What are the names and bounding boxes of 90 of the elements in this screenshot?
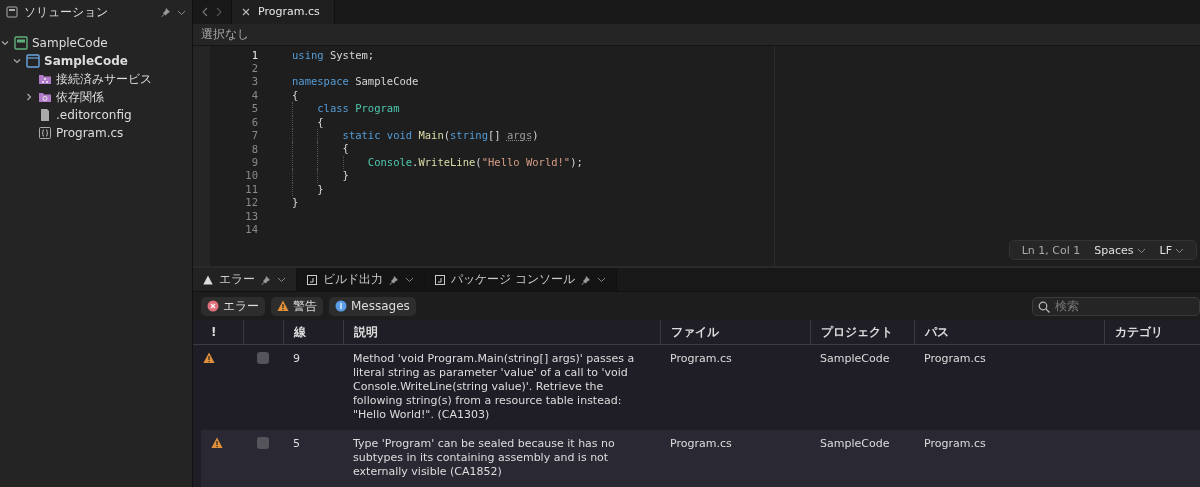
code-line: namespace SampleCode (292, 75, 419, 88)
code-line: } (317, 182, 324, 195)
pin-icon[interactable] (261, 274, 271, 285)
panel-title: ソリューション (24, 3, 109, 21)
description-text: Method 'void Program.Main(string[] args)' passes a literal string as parameter 'value' of a call to 'void Console.WriteLine(string value)'. Retrieve the following string(s) from a resource table instead: "Hello World!". (CA1303) (353, 352, 635, 421)
chevron-down-icon[interactable] (12, 56, 22, 66)
line-number: 7 (250, 129, 258, 143)
indent-dropdown[interactable]: Spaces (1094, 243, 1146, 257)
line-number: 13 (244, 209, 258, 223)
line-number: 8 (250, 142, 258, 156)
panel-tab[interactable]: パッケージ コンソール (425, 268, 617, 291)
column-header[interactable]: ファイル (660, 320, 810, 344)
column-header[interactable]: 説明 (343, 320, 660, 344)
search-icon (1038, 300, 1050, 313)
line-number: 14 (244, 222, 258, 237)
table-row[interactable]: 5 Type 'Program' can be sealed because it has no subtypes in its containing assembly and is not externally visible (CA1852) Program.cs SampleCode Program.cs (201, 430, 1200, 487)
output-icon (307, 274, 317, 285)
line-number: 5 (250, 102, 258, 116)
line-number: 1 (250, 48, 258, 63)
solution-icon (14, 36, 28, 50)
code-line: static void Main(string[] args) (342, 129, 539, 141)
tree-item[interactable]: SampleCode (44, 54, 128, 68)
editor-tab[interactable]: Program.cs (232, 0, 335, 24)
column-header[interactable]: ! (193, 320, 243, 344)
filter-button[interactable]: 警告 (271, 296, 323, 316)
code-line: } (342, 169, 349, 182)
column-header[interactable]: 線 (283, 320, 343, 344)
project-icon (26, 54, 40, 68)
line-number: 6 (250, 115, 258, 130)
description-text: Type 'Program' can be sealed because it has no subtypes in its containing assembly and is not externally visible (CA1852) (353, 437, 615, 478)
line-number: 2 (250, 62, 258, 76)
line-number: 12 (244, 196, 258, 210)
code-line: } (292, 195, 299, 208)
chevron-down-icon[interactable] (596, 275, 606, 284)
tree-item[interactable]: SampleCode (32, 36, 108, 50)
code-line: class Program (317, 102, 400, 115)
chevron-down-icon[interactable] (0, 38, 10, 48)
table-cell: Program.cs (670, 352, 732, 365)
code-line: Console.WriteLine("Hello World!"); (367, 155, 583, 168)
panel-tab[interactable]: ビルド出力 (297, 268, 425, 291)
pin-icon[interactable] (161, 7, 171, 17)
line-number: 9 (250, 155, 258, 170)
filter-button[interactable]: エラー (201, 296, 265, 316)
breadcrumb[interactable]: 選択なし (201, 25, 249, 43)
filter-button[interactable]: Messages (329, 296, 416, 316)
line-number: 10 (244, 169, 258, 183)
code-line: { (317, 115, 324, 128)
chevron-down-icon[interactable] (405, 275, 414, 284)
checkbox[interactable] (257, 437, 269, 449)
line-ending-dropdown[interactable]: LF (1159, 243, 1184, 257)
back-icon[interactable] (201, 6, 209, 17)
column-header[interactable]: カテゴリ (1104, 320, 1200, 344)
code-line: { (342, 142, 349, 155)
column-header[interactable]: プロジェクト (810, 320, 914, 344)
panel-tab[interactable]: エラー (193, 268, 297, 291)
table-cell: Program.cs (924, 437, 986, 450)
close-icon[interactable] (242, 7, 250, 16)
line-number: 11 (244, 182, 258, 197)
error-icon (207, 300, 219, 312)
table-cell: Program.cs (670, 437, 732, 450)
chevron-down-icon[interactable] (277, 275, 286, 284)
warning-icon (203, 274, 213, 285)
code-line: using System; (292, 48, 375, 61)
panel-icon (6, 6, 18, 18)
column-header[interactable]: パス (914, 320, 1104, 344)
table-cell: SampleCode (820, 437, 890, 450)
table-cell: SampleCode (820, 352, 890, 365)
warning-icon (277, 300, 289, 312)
document-icon (38, 108, 52, 122)
tree-item[interactable]: .editorconfig (56, 108, 132, 122)
output-icon (435, 274, 445, 285)
tree-item[interactable]: 接続済みサービス (56, 70, 152, 88)
line-number: 3 (250, 75, 258, 89)
line-number: 4 (250, 88, 258, 103)
search-field[interactable]: 検索 (1032, 296, 1200, 316)
folder-icon (38, 90, 52, 104)
pin-icon[interactable] (580, 274, 591, 285)
table-cell: 9 (293, 352, 300, 365)
info-icon (335, 300, 347, 312)
tree-item[interactable]: Program.cs (56, 126, 124, 140)
checkbox[interactable] (257, 352, 269, 364)
folder-icon (38, 72, 52, 86)
tree-item[interactable]: 依存関係 (56, 88, 104, 106)
code-line: { (292, 88, 299, 101)
cursor-position[interactable]: Ln 1, Col 1 (1021, 243, 1081, 257)
chevron-right-icon[interactable] (24, 92, 34, 102)
code-file-icon (38, 126, 52, 140)
table-cell: Program.cs (924, 352, 986, 365)
pin-icon[interactable] (389, 274, 399, 285)
table-cell: 5 (293, 437, 300, 450)
